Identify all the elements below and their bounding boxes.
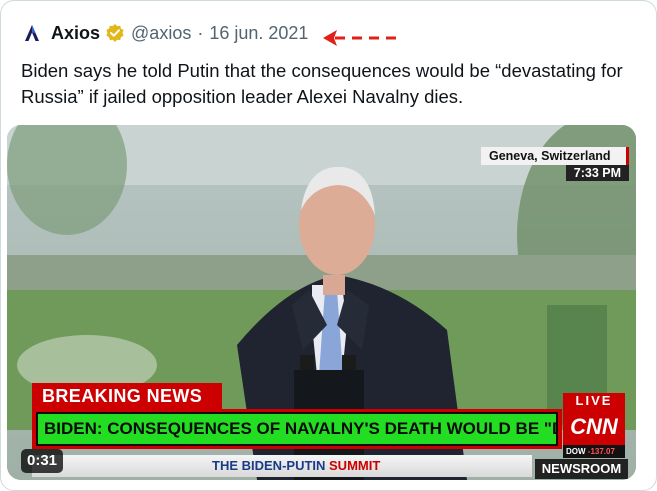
live-badge: LIVE xyxy=(563,393,625,409)
tweet-text: Biden says he told Putin that the conseq… xyxy=(21,60,623,107)
local-time: 7:33 PM xyxy=(565,165,629,181)
chyron: BIDEN: CONSEQUENCES OF NAVALNY'S DEATH W… xyxy=(32,409,562,449)
tweet-date[interactable]: 16 jun. 2021 xyxy=(209,23,308,44)
dow-label: DOW xyxy=(566,447,588,456)
breaking-news-banner: BREAKING NEWS xyxy=(32,383,222,409)
location-label: Geneva, Switzerland xyxy=(481,147,629,165)
chyron-headline: BIDEN: CONSEQUENCES OF NAVALNY'S DEATH W… xyxy=(36,412,558,446)
cnn-logo: CNN xyxy=(563,409,625,445)
ticker-label: THE BIDEN-PUTIN SUMMIT xyxy=(212,458,380,473)
ticker-accent: SUMMIT xyxy=(329,458,381,473)
red-dashed-arrow-icon xyxy=(323,30,403,46)
separator-dot: · xyxy=(197,22,204,43)
tweet-header: Axios @axios · 16 jun. 2021 xyxy=(21,19,308,47)
video-player[interactable]: Geneva, Switzerland 7:33 PM BREAKING NEW… xyxy=(7,125,636,480)
ticker-prefix: THE xyxy=(212,458,242,473)
summit-ticker: THE BIDEN-PUTIN SUMMIT xyxy=(32,455,532,477)
tweet-card[interactable]: Axios @axios · 16 jun. 2021 Biden says h… xyxy=(0,0,657,491)
location-tag: Geneva, Switzerland 7:33 PM xyxy=(481,147,629,181)
newsroom-label: NEWSROOM xyxy=(535,459,628,479)
ticker-main: BIDEN-PUTIN xyxy=(241,458,330,473)
video-duration: 0:31 xyxy=(21,449,64,473)
verified-badge-icon xyxy=(105,23,125,43)
dow-value: -137.07 xyxy=(587,447,615,456)
dow-ticker: DOW -137.07 xyxy=(563,445,625,458)
axios-logo-icon[interactable] xyxy=(21,22,43,44)
author-name[interactable]: Axios xyxy=(51,23,100,44)
author-handle[interactable]: @axios xyxy=(131,23,191,44)
